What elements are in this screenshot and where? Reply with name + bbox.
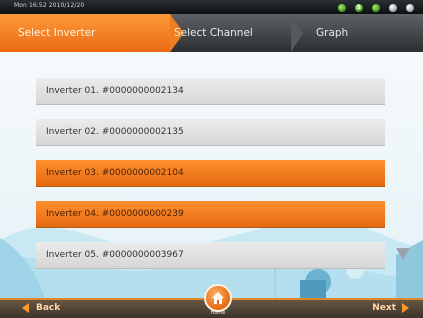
connection-icon [372,3,380,12]
next-label: Next [372,303,396,313]
status-bar: Mon 16:52 2010/12/20 $ [0,0,423,14]
step-graph: Graph [316,27,349,39]
inverter-row-selected[interactable]: Inverter 04. #0000000000239 [36,201,385,227]
inverter-row[interactable]: Inverter 02. #0000000002135 [36,119,385,145]
inverter-row-selected[interactable]: Inverter 03. #0000000002104 [36,160,385,186]
scroll-down-icon[interactable] [396,248,410,260]
network-icon [338,3,346,12]
step-arrow [291,14,303,52]
next-arrow-icon [402,303,409,313]
home-label: Home [210,310,226,316]
power-icon [406,3,414,12]
back-button[interactable]: Back [22,298,60,318]
step-select-channel: Select Channel [174,27,253,39]
back-label: Back [36,303,61,313]
inverter-row[interactable]: Inverter 05. #0000000003967 [36,242,385,268]
app-window: Mon 16:52 2010/12/20 $ Select Inverter S… [0,0,423,318]
inverter-row[interactable]: Inverter 01. #0000000002134 [36,78,385,104]
home-icon [212,292,224,304]
status-time: Mon 16:52 2010/12/20 [14,2,85,9]
settings-icon [389,3,397,12]
back-arrow-icon [22,303,29,313]
step-select-inverter: Select Inverter [0,14,170,52]
next-button[interactable]: Next [372,298,409,318]
status-icons: $ [338,3,414,12]
dollar-icon: $ [355,3,363,12]
step-bar: Select Inverter Select Channel Graph [0,14,423,52]
home-button[interactable] [204,284,232,312]
